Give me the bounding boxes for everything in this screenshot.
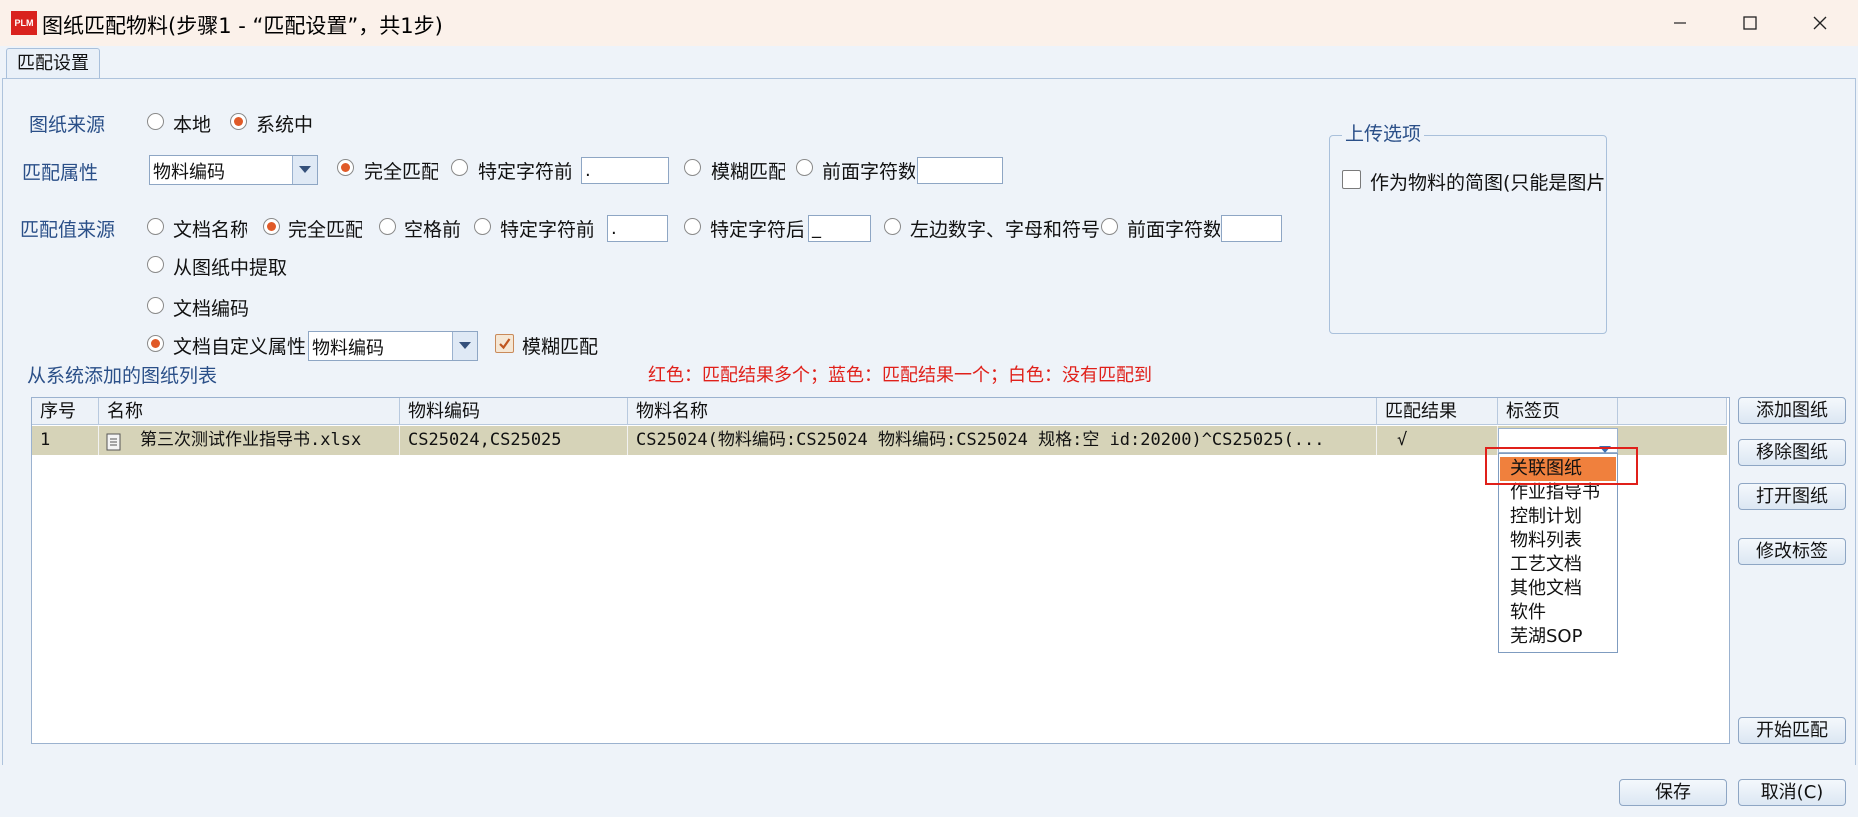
minimize-button[interactable]	[1650, 0, 1710, 46]
value-extract-label: 从图纸中提取	[173, 257, 288, 279]
attr-exact-label: 完全匹配	[364, 161, 438, 183]
col-material-name[interactable]: 物料名称	[628, 398, 1377, 425]
cancel-button[interactable]: 取消(C)	[1738, 779, 1846, 806]
value-custom-attr-label: 文档自定义属性	[173, 336, 307, 358]
col-tab-page[interactable]: 标签页	[1498, 398, 1618, 425]
attr-prefix-count-input[interactable]	[917, 157, 1003, 184]
add-drawing-button[interactable]: 添加图纸	[1738, 397, 1846, 424]
match-attr-combo[interactable]: 物料编码	[149, 155, 318, 185]
match-value-label: 匹配值来源	[20, 219, 116, 241]
open-drawing-button[interactable]: 打开图纸	[1738, 483, 1846, 510]
dropdown-item-material-list[interactable]: 物料列表	[1500, 529, 1616, 553]
maximize-icon	[1743, 16, 1757, 30]
cell-material-code: CS25024,CS25025	[400, 426, 628, 455]
app-logo: PLM	[11, 11, 37, 35]
attr-before-char-label: 特定字符前	[478, 161, 571, 183]
dropdown-item-process-doc[interactable]: 工艺文档	[1500, 553, 1616, 577]
save-button[interactable]: 保存	[1619, 779, 1727, 806]
upload-options-group	[1329, 135, 1607, 334]
value-prefix-count-input[interactable]	[1221, 215, 1282, 242]
thumbnail-label: 作为物料的简图(只能是图片	[1370, 172, 1604, 194]
window-title: 图纸匹配物料(步骤1 - “匹配设置”，共1步)	[42, 14, 443, 38]
value-before-char-input[interactable]: .	[607, 215, 668, 242]
col-name[interactable]: 名称	[99, 398, 400, 425]
highlight-box	[1485, 447, 1638, 485]
dropdown-item-control-plan[interactable]: 控制计划	[1500, 505, 1616, 529]
match-attr-label: 匹配属性	[22, 162, 99, 184]
cell-match-result: √	[1377, 426, 1498, 455]
match-attr-combo-value: 物料编码	[153, 162, 225, 183]
thumbnail-checkbox[interactable]	[1342, 170, 1361, 189]
value-prefix-count-radio[interactable]	[1101, 218, 1118, 235]
value-doccode-radio[interactable]	[147, 297, 164, 314]
fuzzy-match-label: 模糊匹配	[522, 336, 599, 358]
attr-fuzzy-label: 模糊匹配	[711, 161, 785, 183]
cell-name: 第三次测试作业指导书.xlsx	[130, 426, 400, 455]
value-after-char-label: 特定字符后	[710, 219, 803, 241]
value-space-before-radio[interactable]	[379, 218, 396, 235]
cell-material-name: CS25024(物料编码:CS25024 物料编码:CS25024 规格:空 i…	[628, 426, 1377, 455]
list-title: 从系统添加的图纸列表	[27, 365, 218, 387]
cell-seq: 1	[32, 426, 99, 455]
start-match-button[interactable]: 开始匹配	[1738, 717, 1846, 744]
value-after-char-input[interactable]: _	[808, 215, 871, 242]
custom-attr-combo-value: 物料编码	[312, 338, 384, 359]
minimize-icon	[1674, 22, 1686, 24]
upload-options-title: 上传选项	[1342, 119, 1425, 146]
footer-bar	[0, 765, 1858, 817]
source-system-label: 系统中	[256, 114, 313, 136]
attr-prefix-count-label: 前面字符数	[822, 161, 915, 183]
close-icon	[1813, 16, 1827, 30]
value-before-char-label: 特定字符前	[500, 219, 593, 241]
col-filler	[1618, 398, 1727, 425]
attr-separator-input[interactable]: .	[581, 157, 669, 184]
source-label: 图纸来源	[29, 114, 106, 136]
document-icon	[106, 433, 122, 451]
value-doccode-label: 文档编码	[173, 298, 250, 320]
value-space-before-label: 空格前	[404, 219, 462, 241]
value-before-char-radio[interactable]	[474, 218, 491, 235]
fuzzy-match-checkbox[interactable]	[495, 334, 514, 353]
value-exact-label: 完全匹配	[288, 219, 362, 241]
source-system-radio[interactable]	[230, 113, 247, 130]
attr-before-char-radio[interactable]	[451, 159, 468, 176]
close-button[interactable]	[1790, 0, 1850, 46]
chevron-down-icon[interactable]	[452, 332, 477, 360]
dropdown-item-software[interactable]: 软件	[1500, 601, 1616, 625]
col-material-code[interactable]: 物料编码	[400, 398, 628, 425]
tab-strip	[0, 46, 1858, 78]
dropdown-item-wuhu-sop[interactable]: 芜湖SOP	[1500, 625, 1616, 649]
attr-exact-radio[interactable]	[337, 159, 354, 176]
attr-prefix-count-radio[interactable]	[796, 159, 813, 176]
remove-drawing-button[interactable]: 移除图纸	[1738, 439, 1846, 466]
source-local-label: 本地	[173, 114, 212, 136]
color-legend: 红色：匹配结果多个；蓝色：匹配结果一个；白色：没有匹配到	[648, 365, 1152, 386]
col-match-result[interactable]: 匹配结果	[1377, 398, 1498, 425]
dropdown-item-other-doc[interactable]: 其他文档	[1500, 577, 1616, 601]
value-docname-label: 文档名称	[173, 219, 247, 241]
chevron-down-icon[interactable]	[292, 156, 317, 184]
attr-fuzzy-radio[interactable]	[684, 159, 701, 176]
tab-match-settings[interactable]: 匹配设置	[6, 48, 100, 79]
value-after-char-radio[interactable]	[684, 218, 701, 235]
value-left-alnum-label: 左边数字、字母和符号	[910, 219, 1101, 241]
source-local-radio[interactable]	[147, 113, 164, 130]
custom-attr-combo[interactable]: 物料编码	[308, 331, 478, 361]
value-left-alnum-radio[interactable]	[884, 218, 901, 235]
maximize-button[interactable]	[1720, 0, 1780, 46]
value-prefix-count-label: 前面字符数	[1127, 219, 1220, 241]
value-custom-attr-radio[interactable]	[147, 335, 164, 352]
value-exact-radio[interactable]	[263, 218, 280, 235]
edit-tag-button[interactable]: 修改标签	[1738, 538, 1846, 565]
col-seq[interactable]: 序号	[32, 398, 99, 425]
check-icon	[499, 338, 511, 350]
value-extract-radio[interactable]	[147, 256, 164, 273]
value-docname-radio[interactable]	[147, 218, 164, 235]
